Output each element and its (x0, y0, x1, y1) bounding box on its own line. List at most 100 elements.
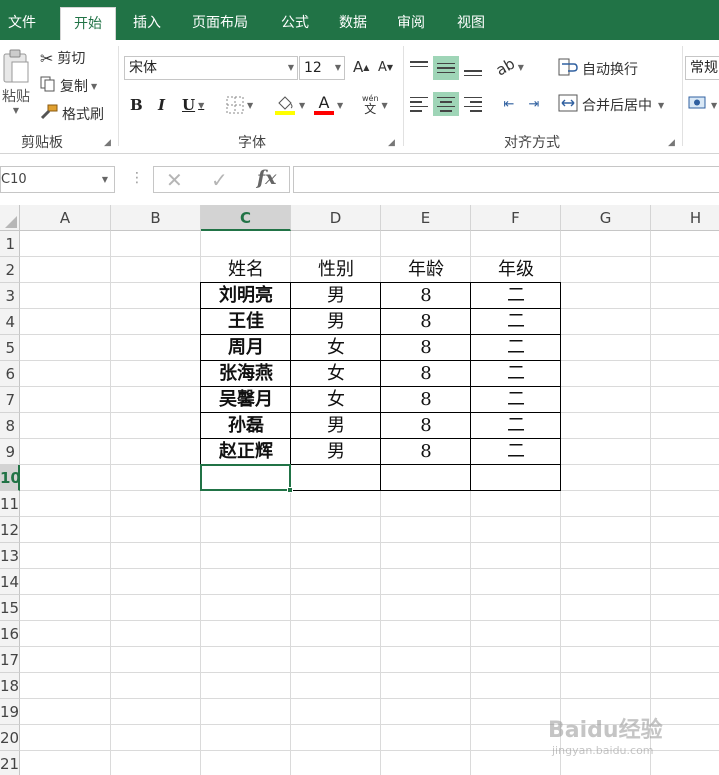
table-cell[interactable]: 张海燕 (201, 361, 291, 387)
tab-review[interactable]: 审阅 (388, 7, 434, 40)
table-cell[interactable]: 二 (471, 309, 561, 335)
table-cell[interactable]: 男 (291, 413, 381, 439)
row-header-7[interactable]: 7 (0, 387, 20, 413)
name-box[interactable]: C10 ▼ (0, 166, 115, 193)
column-header-b[interactable]: B (111, 205, 201, 231)
chevron-down-icon[interactable]: ▼ (382, 101, 388, 110)
align-top-button[interactable] (406, 56, 432, 80)
row-header-3[interactable]: 3 (0, 283, 20, 309)
table-cell[interactable]: 女 (291, 361, 381, 387)
chevron-down-icon[interactable]: ▼ (247, 101, 253, 110)
column-header-e[interactable]: E (381, 205, 471, 231)
row-header-15[interactable]: 15 (0, 595, 20, 621)
column-header-d[interactable]: D (291, 205, 381, 231)
chevron-down-icon[interactable]: ▼ (518, 63, 524, 72)
tab-view[interactable]: 视图 (446, 7, 496, 40)
more-icon[interactable]: ⋮ (130, 170, 144, 186)
chevron-down-icon[interactable]: ▼ (299, 101, 305, 110)
row-header-4[interactable]: 4 (0, 309, 20, 335)
row-header-8[interactable]: 8 (0, 413, 20, 439)
decrease-indent-button[interactable]: ⇤ (496, 92, 522, 116)
table-header-cell[interactable]: 性别 (291, 257, 381, 283)
row-header-11[interactable]: 11 (0, 491, 20, 517)
row-header-18[interactable]: 18 (0, 673, 20, 699)
phonetic-button[interactable]: wén 文 ▼ (362, 94, 388, 116)
dialog-launcher-icon[interactable]: ◢ (388, 138, 395, 148)
bold-button[interactable]: B (130, 94, 143, 116)
font-name-select[interactable]: 宋体 ▼ (124, 56, 298, 80)
accounting-format-button[interactable]: ▼ (688, 94, 717, 116)
row-header-10[interactable]: 10 (0, 465, 20, 491)
table-cell[interactable]: 王佳 (201, 309, 291, 335)
table-cell[interactable]: 8 (381, 361, 471, 387)
row-header-21[interactable]: 21 (0, 751, 20, 775)
tab-home[interactable]: 开始 (60, 7, 116, 41)
table-header-cell[interactable]: 年龄 (381, 257, 471, 283)
table-cell[interactable]: 二 (471, 413, 561, 439)
table-cell[interactable]: 二 (471, 361, 561, 387)
row-header-20[interactable]: 20 (0, 725, 20, 751)
table-cell[interactable]: 周月 (201, 335, 291, 361)
row-header-12[interactable]: 12 (0, 517, 20, 543)
merge-center-button[interactable]: 合并后居中 ▼ (558, 94, 664, 116)
table-cell[interactable]: 8 (381, 283, 471, 309)
format-painter-button[interactable]: 格式刷 (40, 104, 104, 124)
grow-font-button[interactable]: A ▲ (353, 58, 369, 76)
copy-button[interactable]: 复制 ▼ (40, 76, 97, 96)
tab-formulas[interactable]: 公式 (272, 7, 318, 40)
shrink-font-button[interactable]: A ▼ (378, 60, 393, 75)
align-middle-button[interactable] (433, 56, 459, 80)
font-size-select[interactable]: 12 ▼ (299, 56, 345, 80)
underline-button[interactable]: U ▼ (182, 94, 204, 116)
row-header-5[interactable]: 5 (0, 335, 20, 361)
table-cell[interactable]: 8 (381, 439, 471, 465)
column-header-a[interactable]: A (20, 205, 111, 231)
chevron-down-icon[interactable]: ▼ (13, 106, 19, 115)
selected-cell-outline[interactable] (200, 464, 291, 491)
table-cell[interactable]: 吴馨月 (201, 387, 291, 413)
tab-insert[interactable]: 插入 (124, 7, 170, 40)
table-cell[interactable]: 刘明亮 (201, 283, 291, 309)
row-header-19[interactable]: 19 (0, 699, 20, 725)
table-cell[interactable]: 二 (471, 335, 561, 361)
font-color-button[interactable]: A ▼ (314, 94, 343, 116)
fill-handle[interactable] (287, 487, 293, 493)
column-header-c[interactable]: C (201, 205, 291, 231)
table-cell[interactable]: 二 (471, 387, 561, 413)
table-cell[interactable]: 赵正辉 (201, 439, 291, 465)
table-cell[interactable]: 二 (471, 283, 561, 309)
borders-button[interactable]: ▼ (226, 94, 253, 116)
table-cell[interactable]: 孙磊 (201, 413, 291, 439)
row-header-14[interactable]: 14 (0, 569, 20, 595)
dialog-launcher-icon[interactable]: ◢ (668, 138, 675, 148)
table-cell[interactable]: 8 (381, 309, 471, 335)
table-header-cell[interactable]: 年级 (471, 257, 561, 283)
number-format-select[interactable]: 常规 (685, 56, 719, 80)
table-cell[interactable]: 8 (381, 387, 471, 413)
increase-indent-button[interactable]: ⇥ (521, 92, 547, 116)
table-cell[interactable]: 女 (291, 387, 381, 413)
insert-function-icon[interactable]: fx (257, 167, 277, 189)
cancel-icon[interactable]: ✕ (166, 168, 183, 192)
column-header-g[interactable]: G (561, 205, 651, 231)
cut-button[interactable]: ✂ 剪切 (40, 48, 85, 68)
table-cell[interactable]: 男 (291, 439, 381, 465)
table-cell[interactable]: 男 (291, 309, 381, 335)
align-left-button[interactable] (406, 92, 432, 116)
column-header-f[interactable]: F (471, 205, 561, 231)
tab-page-layout[interactable]: 页面布局 (180, 7, 260, 40)
align-center-button[interactable] (433, 92, 459, 116)
chevron-down-icon[interactable]: ▼ (198, 101, 204, 110)
italic-button[interactable]: I (158, 94, 165, 116)
row-header-1[interactable]: 1 (0, 231, 20, 257)
table-cell[interactable]: 8 (381, 413, 471, 439)
table-cell[interactable]: 二 (471, 439, 561, 465)
row-header-9[interactable]: 9 (0, 439, 20, 465)
align-right-button[interactable] (460, 92, 486, 116)
table-cell[interactable]: 女 (291, 335, 381, 361)
table-cell[interactable]: 男 (291, 283, 381, 309)
row-header-16[interactable]: 16 (0, 621, 20, 647)
dialog-launcher-icon[interactable]: ◢ (104, 138, 111, 148)
row-header-13[interactable]: 13 (0, 543, 20, 569)
chevron-down-icon[interactable]: ▼ (711, 101, 717, 110)
